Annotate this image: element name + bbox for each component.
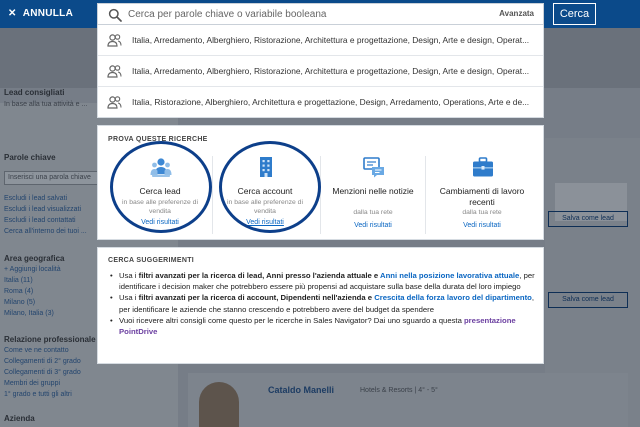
recent-searches-dropdown: Italia, Arredamento, Alberghiero, Ristor… — [97, 25, 544, 118]
result-person-name[interactable]: Cataldo Manelli — [268, 385, 334, 395]
tip-bold: filtri avanzati per la ricerca di lead, … — [138, 271, 372, 280]
lead-subtitle: In base alla tua attività e ... — [4, 101, 88, 108]
close-icon: ✕ — [8, 8, 17, 19]
news-chat-icon — [363, 157, 384, 178]
result-card — [188, 373, 628, 427]
cancel-label: ANNULLA — [22, 8, 74, 19]
see-results-link[interactable]: Vedi risultati — [426, 222, 538, 229]
save-lead-button[interactable]: Salva come lead — [548, 292, 628, 308]
search-button[interactable]: Cerca — [553, 3, 596, 25]
search-input[interactable] — [128, 6, 468, 23]
geo-add[interactable]: + Aggiungi località — [4, 266, 61, 273]
people-icon — [107, 65, 122, 78]
relationship-item[interactable]: Come ve ne contatto — [4, 347, 69, 354]
recent-search-item[interactable]: Italia, Ristorazione, Alberghiero, Archi… — [98, 87, 543, 118]
highlight-circle — [219, 141, 321, 233]
tile-menzioni-notizie[interactable]: Menzioni nelle notizie dalla tua rete Ve… — [320, 156, 424, 234]
tip-bold: e — [365, 293, 375, 303]
tile-subtitle: dalla tua rete — [462, 209, 502, 216]
tile-title: Menzioni nelle notizie — [332, 186, 414, 196]
save-lead-button[interactable]: Salva come lead — [548, 211, 628, 227]
highlight-circle — [110, 141, 212, 233]
tile-subtitle: dalla tua rete — [353, 209, 393, 216]
search-within[interactable]: Cerca all'interno dei tuoi ... — [4, 228, 87, 235]
recent-search-text: Italia, Arredamento, Alberghiero, Ristor… — [132, 66, 530, 76]
tile-cambiamenti-lavoro[interactable]: Cambiamenti di lavoro recenti dalla tua … — [425, 156, 537, 234]
recent-search-item[interactable]: Italia, Arredamento, Alberghiero, Ristor… — [98, 56, 543, 87]
search-tips-title: CERCA SUGGERIMENTI — [108, 257, 195, 264]
tile-title: Cambiamenti di lavoro recenti — [439, 186, 525, 207]
tip-item: Usa i filtri avanzati per la ricerca di … — [110, 270, 535, 292]
tip-link[interactable]: Anni nella posizione lavorativa attuale — [380, 271, 519, 280]
tip-text: Vuoi ricevere altri consigli come questo… — [119, 315, 464, 325]
avatar[interactable] — [199, 382, 239, 427]
geo-item[interactable]: Milano, Italia (3) — [4, 310, 54, 317]
search-tips-panel: CERCA SUGGERIMENTI Usa i filtri avanzati… — [97, 247, 544, 364]
geo-item[interactable]: Italia (11) — [4, 277, 33, 284]
keywords-placeholder: Inserisci una parola chiave — [8, 174, 91, 181]
recent-search-text: Italia, Arredamento, Alberghiero, Ristor… — [132, 35, 530, 45]
search-tips-list: Usa i filtri avanzati per la ricerca di … — [110, 270, 535, 337]
people-icon — [107, 96, 122, 109]
exclude-saved[interactable]: Escludi i lead salvati — [4, 195, 67, 202]
relationship-item[interactable]: 1° grado e tutti gli altri — [4, 391, 72, 398]
tip-text: Usa i — [119, 293, 139, 303]
briefcase-icon — [473, 157, 493, 177]
geo-item[interactable]: Milano (5) — [4, 299, 35, 306]
see-results-link[interactable]: Vedi risultati — [321, 222, 425, 229]
recent-search-item[interactable]: Italia, Arredamento, Alberghiero, Ristor… — [98, 25, 543, 56]
tip-link[interactable]: Crescita della forza lavoro del dipartim… — [374, 293, 532, 302]
advanced-search-link[interactable]: Avanzata — [499, 9, 534, 18]
tip-bold: e — [371, 271, 381, 280]
exclude-viewed[interactable]: Escludi i lead visualizzati — [4, 206, 81, 213]
company-label: Azienda — [4, 414, 35, 423]
people-icon — [107, 34, 122, 47]
relationship-item[interactable]: Collegamenti di 3° grado — [4, 369, 81, 376]
keywords-label: Parole chiave — [4, 153, 56, 162]
search-icon — [108, 8, 122, 22]
result-person-meta: Hotels & Resorts | 4° - 5° — [360, 387, 438, 394]
geo-item[interactable]: Roma (4) — [4, 288, 33, 295]
tip-item: Vuoi ricevere altri consigli come questo… — [110, 315, 535, 337]
geo-label: Area geografica — [4, 254, 65, 263]
recent-search-text: Italia, Ristorazione, Alberghiero, Archi… — [132, 97, 530, 107]
relationship-label: Relazione professionale — [4, 335, 96, 344]
lead-title: Lead consigliati — [4, 88, 65, 97]
tip-item: Usa i filtri avanzati per la ricerca di … — [110, 292, 535, 314]
relationship-item[interactable]: Collegamenti di 2° grado — [4, 358, 81, 365]
relationship-item[interactable]: Membri dei gruppi — [4, 380, 60, 387]
exclude-contacted[interactable]: Escludi i lead contattati — [4, 217, 76, 224]
search-bar: Avanzata — [97, 3, 544, 25]
tip-text: Usa i — [119, 271, 139, 280]
tip-bold: filtri avanzati per la ricerca di accoun… — [138, 293, 366, 303]
cancel-button[interactable]: ✕ ANNULLA — [8, 8, 73, 19]
